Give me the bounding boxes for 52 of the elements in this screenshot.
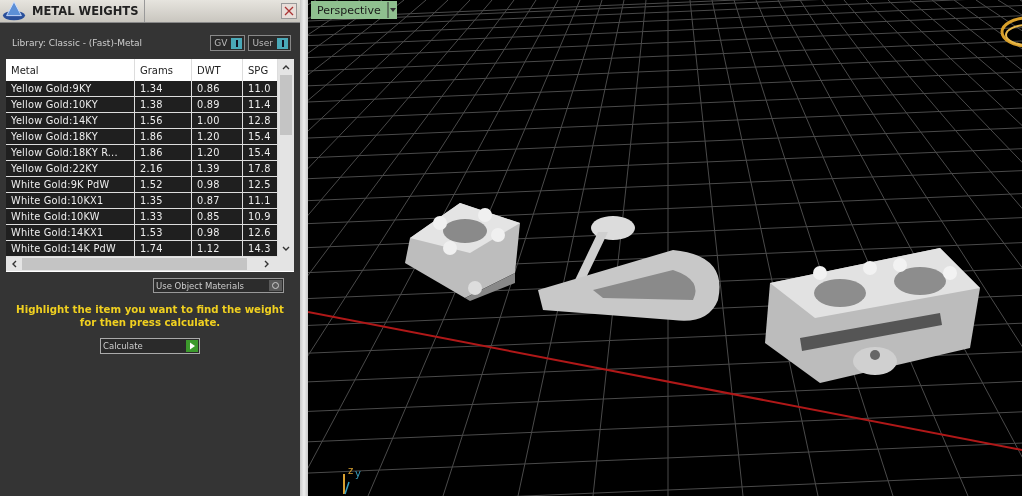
table-cell: 0.89 — [192, 97, 243, 112]
cone-logo-icon — [2, 0, 26, 22]
scrollbar-thumb[interactable] — [280, 75, 292, 135]
scrollbar-thumb[interactable] — [22, 258, 247, 270]
table-cell: White Gold:10KX1 — [6, 193, 135, 208]
table-cell: 1.56 — [135, 113, 192, 128]
toggle-button[interactable]: User — [248, 35, 291, 51]
table-cell: 1.00 — [192, 113, 243, 128]
table-cell: Yellow Gold:18KY — [6, 129, 135, 144]
axis-icon — [342, 472, 350, 496]
table-cell: White Gold:14KX1 — [6, 225, 135, 240]
table-cell: 1.12 — [192, 241, 243, 256]
table-cell: 1.34 — [135, 81, 192, 96]
table-cell: Yellow Gold:18KY R... — [6, 145, 135, 160]
table-cell: 0.98 — [192, 225, 243, 240]
table-cell: 0.87 — [192, 193, 243, 208]
use-object-materials-toggle[interactable]: Use Object Materials — [153, 278, 284, 293]
table-cell: White Gold:9K PdW — [6, 177, 135, 192]
calculate-button[interactable]: Calculate — [100, 338, 200, 354]
table-cell: Yellow Gold:10KY — [6, 97, 135, 112]
table-cell: 1.86 — [135, 129, 192, 144]
table-cell: White Gold:14K PdW — [6, 241, 135, 256]
vertical-scrollbar[interactable] — [278, 59, 294, 257]
library-label: Library: Classic - (Fast)-Metal — [12, 38, 142, 48]
table-cell: Yellow Gold:9KY — [6, 81, 135, 96]
table-cell: 1.52 — [135, 177, 192, 192]
axis-label: z — [348, 466, 354, 476]
toggle-button[interactable]: GV — [210, 35, 246, 51]
table-cell: Yellow Gold:22KY — [6, 161, 135, 176]
panel-title: METAL WEIGHTS — [32, 4, 140, 18]
table-cell: 1.20 — [192, 145, 243, 160]
table-cell: 0.98 — [192, 177, 243, 192]
caret-icon — [387, 2, 397, 18]
close-button[interactable] — [281, 3, 297, 19]
table-cell: 0.86 — [192, 81, 243, 96]
table-cell: 2.16 — [135, 161, 192, 176]
table-cell: 1.86 — [135, 145, 192, 160]
table-cell: 1.39 — [192, 161, 243, 176]
table-cell: White Gold:10KW — [6, 209, 135, 224]
table-cell: Yellow Gold:14KY — [6, 113, 135, 128]
play-icon — [186, 340, 198, 352]
view-dropdown[interactable]: Perspective — [311, 1, 397, 19]
table-cell: 1.33 — [135, 209, 192, 224]
axis-label: y — [355, 469, 361, 479]
table-cell: 1.20 — [192, 129, 243, 144]
table-cell: 1.74 — [135, 241, 192, 256]
horizontal-scrollbar[interactable] — [6, 257, 294, 271]
table-cell: 1.35 — [135, 193, 192, 208]
table-cell: 0.85 — [192, 209, 243, 224]
table-cell: 1.38 — [135, 97, 192, 112]
instruction-text: Highlight the item you want to find the weight for then press calculate. — [15, 303, 285, 329]
table-cell: 1.53 — [135, 225, 192, 240]
